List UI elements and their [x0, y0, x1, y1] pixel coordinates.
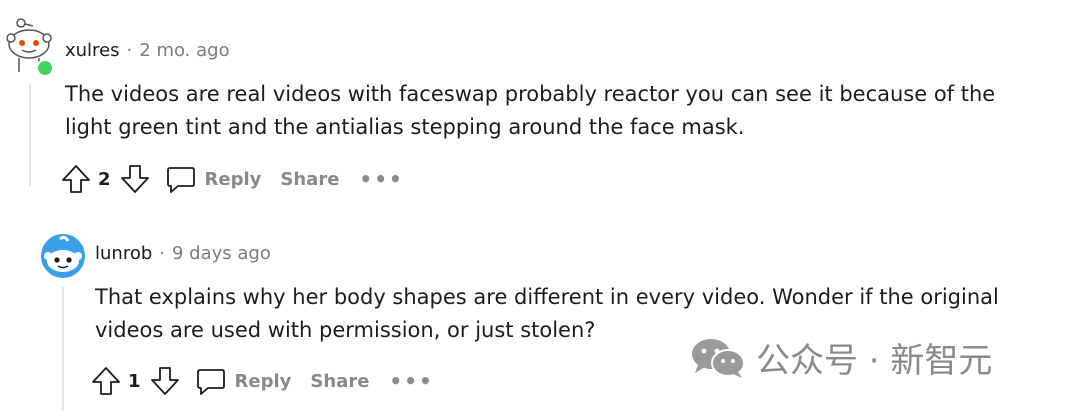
- thread-line[interactable]: [29, 84, 31, 186]
- avatar[interactable]: [40, 233, 86, 279]
- meta-separator: ·: [126, 40, 133, 61]
- comment-actions: 2 Reply Share •••: [60, 162, 404, 196]
- vote-count: 1: [128, 370, 141, 392]
- reply-label: Reply: [234, 370, 292, 392]
- more-options-button[interactable]: •••: [359, 167, 403, 191]
- timestamp[interactable]: 9 days ago: [172, 243, 271, 264]
- meta-separator: ·: [159, 243, 165, 264]
- downvote-icon[interactable]: [119, 163, 151, 195]
- watermark-text: 公众号 · 新智元: [756, 341, 993, 381]
- upvote-icon[interactable]: [60, 163, 92, 195]
- online-status-dot: [36, 59, 54, 77]
- upvote-icon[interactable]: [90, 365, 122, 397]
- comment-actions: 1 Reply Share •••: [90, 364, 434, 398]
- comment-body: The videos are real videos with faceswap…: [65, 82, 996, 139]
- comment-bubble-icon: [195, 365, 227, 397]
- reply-label: Reply: [204, 168, 262, 190]
- timestamp[interactable]: 2 mo. ago: [139, 40, 229, 61]
- thread-line[interactable]: [62, 287, 64, 411]
- comment-meta: lunrob · 9 days ago: [95, 243, 271, 264]
- wechat-logo-icon: [690, 337, 746, 379]
- snoo-avatar-icon: [41, 234, 85, 278]
- more-options-button[interactable]: •••: [389, 369, 433, 393]
- username[interactable]: xulres: [65, 40, 120, 61]
- reply-button[interactable]: Reply: [165, 163, 262, 195]
- watermark: 公众号 · 新智元: [690, 333, 992, 382]
- reply-button[interactable]: Reply: [195, 365, 292, 397]
- share-button[interactable]: Share: [280, 169, 339, 190]
- vote-count: 2: [98, 168, 111, 190]
- username[interactable]: lunrob: [95, 243, 152, 264]
- comment-bubble-icon: [165, 163, 197, 195]
- downvote-icon[interactable]: [149, 365, 181, 397]
- comment-meta: xulres · 2 mo. ago: [65, 40, 230, 61]
- share-button[interactable]: Share: [310, 371, 369, 392]
